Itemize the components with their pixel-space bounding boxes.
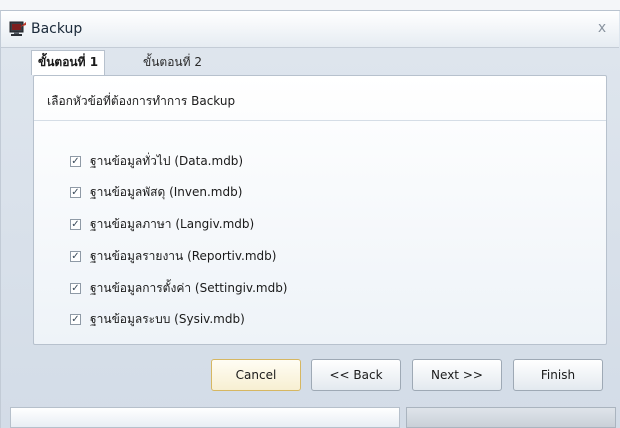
checkbox[interactable]: ✓ [70,282,81,294]
checkbox[interactable]: ✓ [70,155,81,167]
tab-step-2[interactable]: ขั้นตอนที่ 2 [137,51,208,73]
checkbox-label: ฐานข้อมูลการตั้งค่า (Settingiv.mdb) [90,280,288,295]
checkbox[interactable]: ✓ [70,218,81,230]
window-title: Backup [31,21,83,37]
background-panel-right [406,407,616,428]
back-button[interactable]: << Back [311,359,401,391]
next-button[interactable]: Next >> [412,359,502,391]
instruction-text: เลือกหัวข้อที่ต้องการทำการ Backup [47,94,236,108]
checkbox-label: ฐานข้อมูลพัสดุ (Inven.mdb) [90,184,243,199]
title-bar: Backup x [1,11,619,48]
backup-monitor-icon [9,21,27,37]
cancel-button[interactable]: Cancel [211,359,301,391]
background-panel-left [10,407,400,428]
checkbox[interactable]: ✓ [70,250,81,262]
checkbox-item-inven[interactable]: ✓ ฐานข้อมูลพัสดุ (Inven.mdb) [70,183,242,201]
checkbox[interactable]: ✓ [70,313,81,325]
close-icon[interactable]: x [593,19,611,37]
step-panel: เลือกหัวข้อที่ต้องการทำการ Backup ✓ ฐานข… [33,75,607,345]
finish-button[interactable]: Finish [513,359,603,391]
divider [34,120,606,121]
checkbox-label: ฐานข้อมูลทั่วไป (Data.mdb) [90,153,244,168]
checkbox-label: ฐานข้อมูลรายงาน (Reportiv.mdb) [90,248,277,263]
checkbox-item-sysiv[interactable]: ✓ ฐานข้อมูลระบบ (Sysiv.mdb) [70,310,245,328]
checkbox-item-langiv[interactable]: ✓ ฐานข้อมูลภาษา (Langiv.mdb) [70,215,254,233]
checkbox-item-settingiv[interactable]: ✓ ฐานข้อมูลการตั้งค่า (Settingiv.mdb) [70,279,288,297]
checkbox-item-reportiv[interactable]: ✓ ฐานข้อมูลรายงาน (Reportiv.mdb) [70,247,276,265]
checkbox[interactable]: ✓ [70,186,81,198]
checkbox-label: ฐานข้อมูลภาษา (Langiv.mdb) [90,216,255,231]
checkbox-label: ฐานข้อมูลระบบ (Sysiv.mdb) [90,311,245,326]
checkbox-item-data[interactable]: ✓ ฐานข้อมูลทั่วไป (Data.mdb) [70,152,243,170]
tab-step-1[interactable]: ขั้นตอนที่ 1 [31,50,106,75]
